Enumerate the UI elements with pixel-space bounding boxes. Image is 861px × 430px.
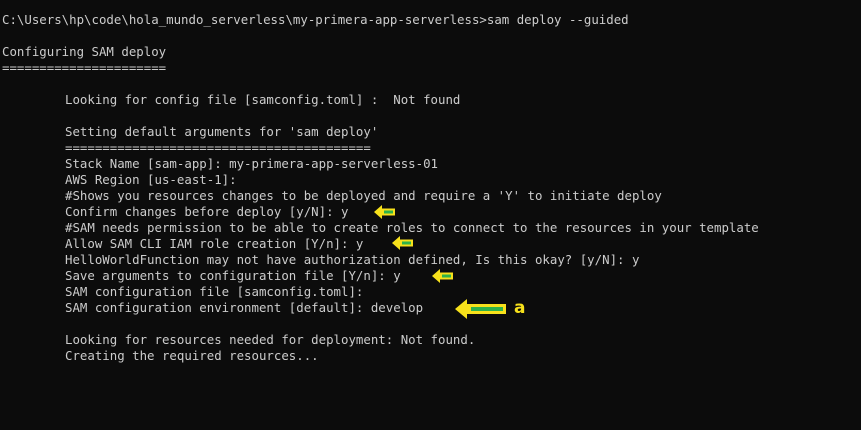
heading-rule: ====================== (2, 60, 167, 75)
config-file-line: SAM configuration file [samconfig.toml]: (65, 284, 364, 299)
auth-warning-line: HelloWorldFunction may not have authoriz… (65, 252, 640, 267)
annotation-arrow-icon (392, 236, 414, 250)
shows-changes-comment: #Shows you resources changes to be deplo… (65, 188, 662, 203)
defaults-heading: Setting default arguments for 'sam deplo… (65, 124, 379, 139)
confirm-changes-line: Confirm changes before deploy [y/N]: y (65, 204, 349, 219)
annotation-arrow-large-icon (455, 299, 507, 319)
creating-resources-line: Creating the required resources... (65, 348, 319, 363)
iam-comment-line: #SAM needs permission to be able to crea… (65, 220, 759, 235)
save-args-line: Save arguments to configuration file [Y/… (65, 268, 401, 283)
allow-iam-line: Allow SAM CLI IAM role creation [Y/n]: y (65, 236, 364, 251)
annotation-label-a: a (514, 298, 526, 318)
config-env-line: SAM configuration environment [default]:… (65, 300, 424, 315)
terminal-window[interactable]: C:\Users\hp\code\hola_mundo_serverless\m… (0, 0, 861, 430)
annotation-arrow-icon (432, 269, 454, 283)
aws-region-line: AWS Region [us-east-1]: (65, 172, 237, 187)
prompt-command-line: C:\Users\hp\code\hola_mundo_serverless\m… (2, 12, 629, 27)
looking-resources-line: Looking for resources needed for deploym… (65, 332, 476, 347)
configuring-heading: Configuring SAM deploy (2, 44, 167, 59)
stack-name-line: Stack Name [sam-app]: my-primera-app-ser… (65, 156, 438, 171)
config-lookup-line: Looking for config file [samconfig.toml]… (65, 92, 461, 107)
annotation-arrow-icon (374, 205, 396, 219)
defaults-rule: ========================================… (65, 140, 371, 155)
